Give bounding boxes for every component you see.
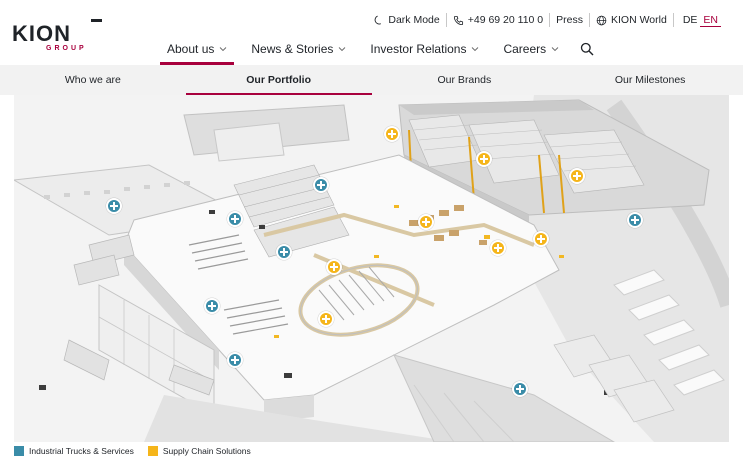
chevron-down-icon bbox=[220, 47, 227, 52]
hotspot-industrial-trucks[interactable] bbox=[313, 177, 329, 193]
plus-icon bbox=[208, 302, 216, 310]
main-nav: About us News & Stories Investor Relatio… bbox=[160, 40, 594, 65]
phone-icon bbox=[453, 15, 463, 25]
plus-icon bbox=[317, 181, 325, 189]
chevron-down-icon bbox=[339, 47, 346, 52]
hotspot-legend: Industrial Trucks & Services Supply Chai… bbox=[14, 446, 265, 456]
hotspot-supply-chain[interactable] bbox=[476, 151, 492, 167]
tab-our-milestones[interactable]: Our Milestones bbox=[557, 65, 743, 95]
hotspot-supply-chain[interactable] bbox=[318, 311, 334, 327]
plus-icon bbox=[494, 244, 502, 252]
plus-icon bbox=[280, 248, 288, 256]
legend-swatch-yellow bbox=[147, 446, 158, 456]
plus-icon bbox=[537, 235, 545, 243]
plus-icon bbox=[231, 215, 239, 223]
chevron-down-icon bbox=[472, 47, 479, 52]
section-subnav: Who we are Our Portfolio Our Brands Our … bbox=[0, 65, 743, 95]
plus-icon bbox=[110, 202, 118, 210]
kion-world-label: KION World bbox=[610, 14, 667, 26]
kion-group-logo[interactable]: KION GROUP bbox=[12, 19, 102, 53]
nav-careers[interactable]: Careers bbox=[496, 40, 566, 58]
plus-icon bbox=[330, 263, 338, 271]
nav-investor-relations[interactable]: Investor Relations bbox=[363, 40, 486, 58]
plus-icon bbox=[480, 155, 488, 163]
hotspot-supply-chain[interactable] bbox=[384, 126, 400, 142]
globe-icon bbox=[596, 15, 607, 25]
tab-our-portfolio[interactable]: Our Portfolio bbox=[185, 65, 372, 95]
nav-about-us-label: About us bbox=[167, 42, 215, 56]
dark-mode-label: Dark Mode bbox=[388, 14, 440, 26]
press-link[interactable]: Press bbox=[549, 13, 589, 27]
nav-news-stories-label: News & Stories bbox=[251, 42, 334, 56]
language-switcher: DE EN bbox=[672, 13, 727, 27]
logo-wordmark: KION bbox=[12, 21, 71, 46]
hotspot-supply-chain[interactable] bbox=[326, 259, 342, 275]
portfolio-warehouse-illustration bbox=[14, 95, 729, 442]
legend-supply-chain-label: Supply Chain Solutions bbox=[162, 446, 251, 456]
chevron-down-icon bbox=[551, 47, 559, 52]
hotspot-industrial-trucks[interactable] bbox=[106, 198, 122, 214]
lang-en[interactable]: EN bbox=[700, 14, 721, 27]
legend-supply-chain: Supply Chain Solutions bbox=[147, 446, 251, 456]
hotspot-industrial-trucks[interactable] bbox=[227, 211, 243, 227]
plus-icon bbox=[631, 216, 639, 224]
hotspot-industrial-trucks[interactable] bbox=[627, 212, 643, 228]
hotspot-supply-chain[interactable] bbox=[418, 214, 434, 230]
hotspot-industrial-trucks[interactable] bbox=[204, 298, 220, 314]
moon-icon bbox=[374, 15, 382, 24]
kion-world-link[interactable]: KION World bbox=[588, 13, 673, 27]
warehouse-isometric-drawing bbox=[14, 95, 729, 442]
logo-accent-bar bbox=[91, 19, 102, 22]
legend-industrial-trucks: Industrial Trucks & Services bbox=[14, 446, 134, 456]
plus-icon bbox=[573, 172, 581, 180]
legend-industrial-trucks-label: Industrial Trucks & Services bbox=[29, 446, 134, 456]
tab-our-brands[interactable]: Our Brands bbox=[372, 65, 558, 95]
plus-icon bbox=[516, 385, 524, 393]
legend-swatch-blue bbox=[14, 446, 24, 456]
utility-nav: Dark Mode +49 69 20 110 0 Press KION Wor… bbox=[367, 13, 727, 27]
plus-icon bbox=[422, 218, 430, 226]
plus-icon bbox=[322, 315, 330, 323]
nav-careers-label: Careers bbox=[503, 42, 547, 56]
press-label: Press bbox=[556, 14, 583, 26]
hotspot-supply-chain[interactable] bbox=[533, 231, 549, 247]
search-icon[interactable] bbox=[580, 42, 594, 56]
hotspot-supply-chain[interactable] bbox=[490, 240, 506, 256]
nav-investor-relations-label: Investor Relations bbox=[370, 42, 467, 56]
tab-who-we-are[interactable]: Who we are bbox=[0, 65, 186, 95]
nav-news-stories[interactable]: News & Stories bbox=[244, 40, 353, 58]
hotspot-industrial-trucks[interactable] bbox=[512, 381, 528, 397]
dark-mode-toggle[interactable]: Dark Mode bbox=[367, 13, 445, 27]
plus-icon bbox=[231, 356, 239, 364]
lang-de[interactable]: DE bbox=[680, 14, 701, 26]
phone-link[interactable]: +49 69 20 110 0 bbox=[445, 13, 549, 27]
nav-about-us[interactable]: About us bbox=[160, 40, 235, 65]
hotspot-supply-chain[interactable] bbox=[569, 168, 585, 184]
hotspot-industrial-trucks[interactable] bbox=[276, 244, 292, 260]
logo-subline: GROUP bbox=[46, 45, 87, 52]
phone-number: +49 69 20 110 0 bbox=[467, 14, 544, 26]
plus-icon bbox=[388, 130, 396, 138]
hotspot-industrial-trucks[interactable] bbox=[227, 352, 243, 368]
site-header: KION GROUP Dark Mode +49 69 20 110 0 Pre… bbox=[0, 0, 743, 65]
